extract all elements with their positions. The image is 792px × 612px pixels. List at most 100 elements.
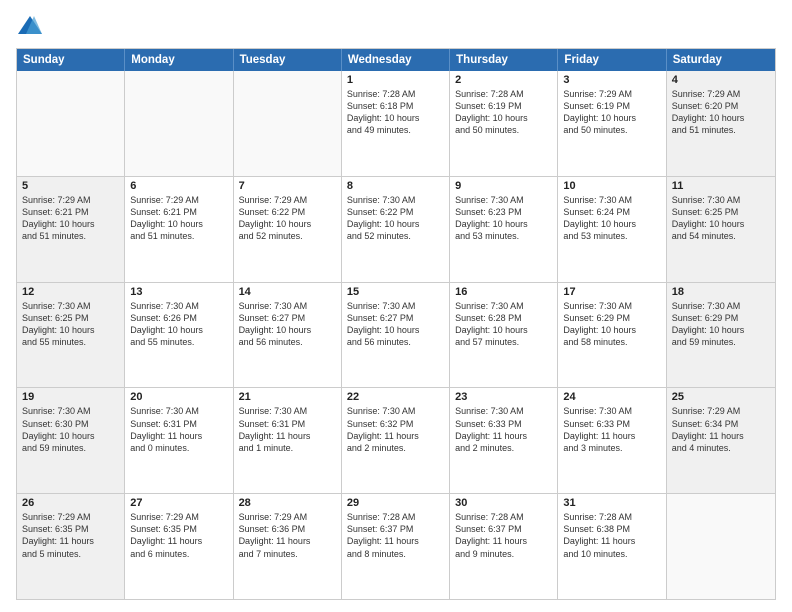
- cell-info: Sunrise: 7:30 AM Sunset: 6:27 PM Dayligh…: [347, 300, 444, 349]
- day-number: 16: [455, 286, 552, 298]
- day-number: 3: [563, 74, 660, 86]
- cell-info: Sunrise: 7:30 AM Sunset: 6:28 PM Dayligh…: [455, 300, 552, 349]
- calendar-row-2: 12Sunrise: 7:30 AM Sunset: 6:25 PM Dayli…: [17, 282, 775, 388]
- calendar-cell-0-4: 2 Sunrise: 7:28 AM Sunset: 6:19 PM Daylig…: [450, 71, 558, 176]
- calendar-cell-2-3: 15 Sunrise: 7:30 AM Sunset: 6:27 PM Dayli…: [342, 283, 450, 388]
- day-of-week-tuesday: Tuesday: [234, 49, 342, 71]
- calendar-row-4: 26 Sunrise: 7:29 AM Sunset: 6:35 PM Dayli…: [17, 493, 775, 599]
- day-number: 9: [455, 180, 552, 192]
- calendar-cell-3-0: 19 Sunrise: 7:30 AM Sunset: 6:30 PM Dayli…: [17, 388, 125, 493]
- cell-info: Sunrise: 7:30 AM Sunset: 6:29 PM Dayligh…: [563, 300, 660, 349]
- cell-info: Sunrise: 7:29 AM Sunset: 6:21 PM Dayligh…: [22, 194, 119, 243]
- cell-info: Sunrise: 7:28 AM Sunset: 6:18 PM Dayligh…: [347, 88, 444, 137]
- day-of-week-thursday: Thursday: [450, 49, 558, 71]
- day-of-week-friday: Friday: [558, 49, 666, 71]
- day-number: 18: [672, 286, 770, 298]
- calendar-cell-0-0: [17, 71, 125, 176]
- calendar-cell-2-0: 12Sunrise: 7:30 AM Sunset: 6:25 PM Dayli…: [17, 283, 125, 388]
- day-number: 2: [455, 74, 552, 86]
- day-number: 19: [22, 391, 119, 403]
- calendar-cell-1-1: 6 Sunrise: 7:29 AM Sunset: 6:21 PM Daylig…: [125, 177, 233, 282]
- cell-info: Sunrise: 7:30 AM Sunset: 6:31 PM Dayligh…: [239, 405, 336, 454]
- cell-info: Sunrise: 7:30 AM Sunset: 6:24 PM Dayligh…: [563, 194, 660, 243]
- calendar-cell-4-6: [667, 494, 775, 599]
- day-of-week-sunday: Sunday: [17, 49, 125, 71]
- cell-info: Sunrise: 7:30 AM Sunset: 6:30 PM Dayligh…: [22, 405, 119, 454]
- cell-info: Sunrise: 7:30 AM Sunset: 6:25 PM Dayligh…: [22, 300, 119, 349]
- calendar-cell-1-0: 5 Sunrise: 7:29 AM Sunset: 6:21 PM Daylig…: [17, 177, 125, 282]
- calendar-cell-4-5: 31Sunrise: 7:28 AM Sunset: 6:38 PM Dayli…: [558, 494, 666, 599]
- day-number: 4: [672, 74, 770, 86]
- calendar: SundayMondayTuesdayWednesdayThursdayFrid…: [16, 48, 776, 600]
- logo: [16, 12, 48, 40]
- day-number: 21: [239, 391, 336, 403]
- calendar-cell-2-5: 17 Sunrise: 7:30 AM Sunset: 6:29 PM Dayli…: [558, 283, 666, 388]
- day-number: 24: [563, 391, 660, 403]
- calendar-row-0: 1Sunrise: 7:28 AM Sunset: 6:18 PM Daylig…: [17, 71, 775, 176]
- calendar-cell-1-3: 8Sunrise: 7:30 AM Sunset: 6:22 PM Daylig…: [342, 177, 450, 282]
- day-number: 25: [672, 391, 770, 403]
- cell-info: Sunrise: 7:29 AM Sunset: 6:20 PM Dayligh…: [672, 88, 770, 137]
- day-number: 22: [347, 391, 444, 403]
- page: SundayMondayTuesdayWednesdayThursdayFrid…: [0, 0, 792, 612]
- day-number: 13: [130, 286, 227, 298]
- calendar-cell-0-2: [234, 71, 342, 176]
- cell-info: Sunrise: 7:29 AM Sunset: 6:35 PM Dayligh…: [130, 511, 227, 560]
- logo-icon: [16, 12, 44, 40]
- cell-info: Sunrise: 7:30 AM Sunset: 6:32 PM Dayligh…: [347, 405, 444, 454]
- day-number: 8: [347, 180, 444, 192]
- cell-info: Sunrise: 7:29 AM Sunset: 6:35 PM Dayligh…: [22, 511, 119, 560]
- cell-info: Sunrise: 7:29 AM Sunset: 6:22 PM Dayligh…: [239, 194, 336, 243]
- calendar-cell-0-3: 1Sunrise: 7:28 AM Sunset: 6:18 PM Daylig…: [342, 71, 450, 176]
- calendar-cell-3-1: 20 Sunrise: 7:30 AM Sunset: 6:31 PM Dayli…: [125, 388, 233, 493]
- calendar-cell-1-2: 7 Sunrise: 7:29 AM Sunset: 6:22 PM Daylig…: [234, 177, 342, 282]
- day-number: 29: [347, 497, 444, 509]
- calendar-body: 1Sunrise: 7:28 AM Sunset: 6:18 PM Daylig…: [17, 71, 775, 599]
- day-number: 7: [239, 180, 336, 192]
- calendar-cell-4-1: 27 Sunrise: 7:29 AM Sunset: 6:35 PM Dayli…: [125, 494, 233, 599]
- cell-info: Sunrise: 7:28 AM Sunset: 6:38 PM Dayligh…: [563, 511, 660, 560]
- cell-info: Sunrise: 7:30 AM Sunset: 6:25 PM Dayligh…: [672, 194, 770, 243]
- day-number: 23: [455, 391, 552, 403]
- calendar-cell-3-2: 21 Sunrise: 7:30 AM Sunset: 6:31 PM Dayli…: [234, 388, 342, 493]
- calendar-cell-3-6: 25 Sunrise: 7:29 AM Sunset: 6:34 PM Dayli…: [667, 388, 775, 493]
- calendar-cell-1-6: 11 Sunrise: 7:30 AM Sunset: 6:25 PM Dayli…: [667, 177, 775, 282]
- calendar-cell-3-3: 22 Sunrise: 7:30 AM Sunset: 6:32 PM Dayli…: [342, 388, 450, 493]
- day-number: 6: [130, 180, 227, 192]
- day-number: 17: [563, 286, 660, 298]
- calendar-cell-4-0: 26 Sunrise: 7:29 AM Sunset: 6:35 PM Dayli…: [17, 494, 125, 599]
- day-number: 30: [455, 497, 552, 509]
- calendar-cell-1-4: 9Sunrise: 7:30 AM Sunset: 6:23 PM Daylig…: [450, 177, 558, 282]
- calendar-row-1: 5 Sunrise: 7:29 AM Sunset: 6:21 PM Daylig…: [17, 176, 775, 282]
- cell-info: Sunrise: 7:30 AM Sunset: 6:27 PM Dayligh…: [239, 300, 336, 349]
- day-number: 27: [130, 497, 227, 509]
- cell-info: Sunrise: 7:30 AM Sunset: 6:29 PM Dayligh…: [672, 300, 770, 349]
- calendar-row-3: 19 Sunrise: 7:30 AM Sunset: 6:30 PM Dayli…: [17, 387, 775, 493]
- day-number: 5: [22, 180, 119, 192]
- cell-info: Sunrise: 7:29 AM Sunset: 6:19 PM Dayligh…: [563, 88, 660, 137]
- cell-info: Sunrise: 7:30 AM Sunset: 6:31 PM Dayligh…: [130, 405, 227, 454]
- day-number: 15: [347, 286, 444, 298]
- day-of-week-monday: Monday: [125, 49, 233, 71]
- calendar-cell-3-4: 23 Sunrise: 7:30 AM Sunset: 6:33 PM Dayli…: [450, 388, 558, 493]
- day-of-week-wednesday: Wednesday: [342, 49, 450, 71]
- cell-info: Sunrise: 7:30 AM Sunset: 6:33 PM Dayligh…: [455, 405, 552, 454]
- calendar-cell-4-2: 28 Sunrise: 7:29 AM Sunset: 6:36 PM Dayli…: [234, 494, 342, 599]
- calendar-cell-2-6: 18 Sunrise: 7:30 AM Sunset: 6:29 PM Dayli…: [667, 283, 775, 388]
- cell-info: Sunrise: 7:29 AM Sunset: 6:34 PM Dayligh…: [672, 405, 770, 454]
- header: [16, 12, 776, 40]
- cell-info: Sunrise: 7:29 AM Sunset: 6:36 PM Dayligh…: [239, 511, 336, 560]
- day-number: 20: [130, 391, 227, 403]
- cell-info: Sunrise: 7:29 AM Sunset: 6:21 PM Dayligh…: [130, 194, 227, 243]
- calendar-cell-0-1: [125, 71, 233, 176]
- calendar-cell-0-6: 4 Sunrise: 7:29 AM Sunset: 6:20 PM Daylig…: [667, 71, 775, 176]
- calendar-cell-1-5: 10Sunrise: 7:30 AM Sunset: 6:24 PM Dayli…: [558, 177, 666, 282]
- day-number: 28: [239, 497, 336, 509]
- cell-info: Sunrise: 7:30 AM Sunset: 6:33 PM Dayligh…: [563, 405, 660, 454]
- day-number: 11: [672, 180, 770, 192]
- calendar-cell-4-4: 30Sunrise: 7:28 AM Sunset: 6:37 PM Dayli…: [450, 494, 558, 599]
- cell-info: Sunrise: 7:28 AM Sunset: 6:19 PM Dayligh…: [455, 88, 552, 137]
- day-number: 26: [22, 497, 119, 509]
- calendar-cell-0-5: 3 Sunrise: 7:29 AM Sunset: 6:19 PM Daylig…: [558, 71, 666, 176]
- cell-info: Sunrise: 7:30 AM Sunset: 6:26 PM Dayligh…: [130, 300, 227, 349]
